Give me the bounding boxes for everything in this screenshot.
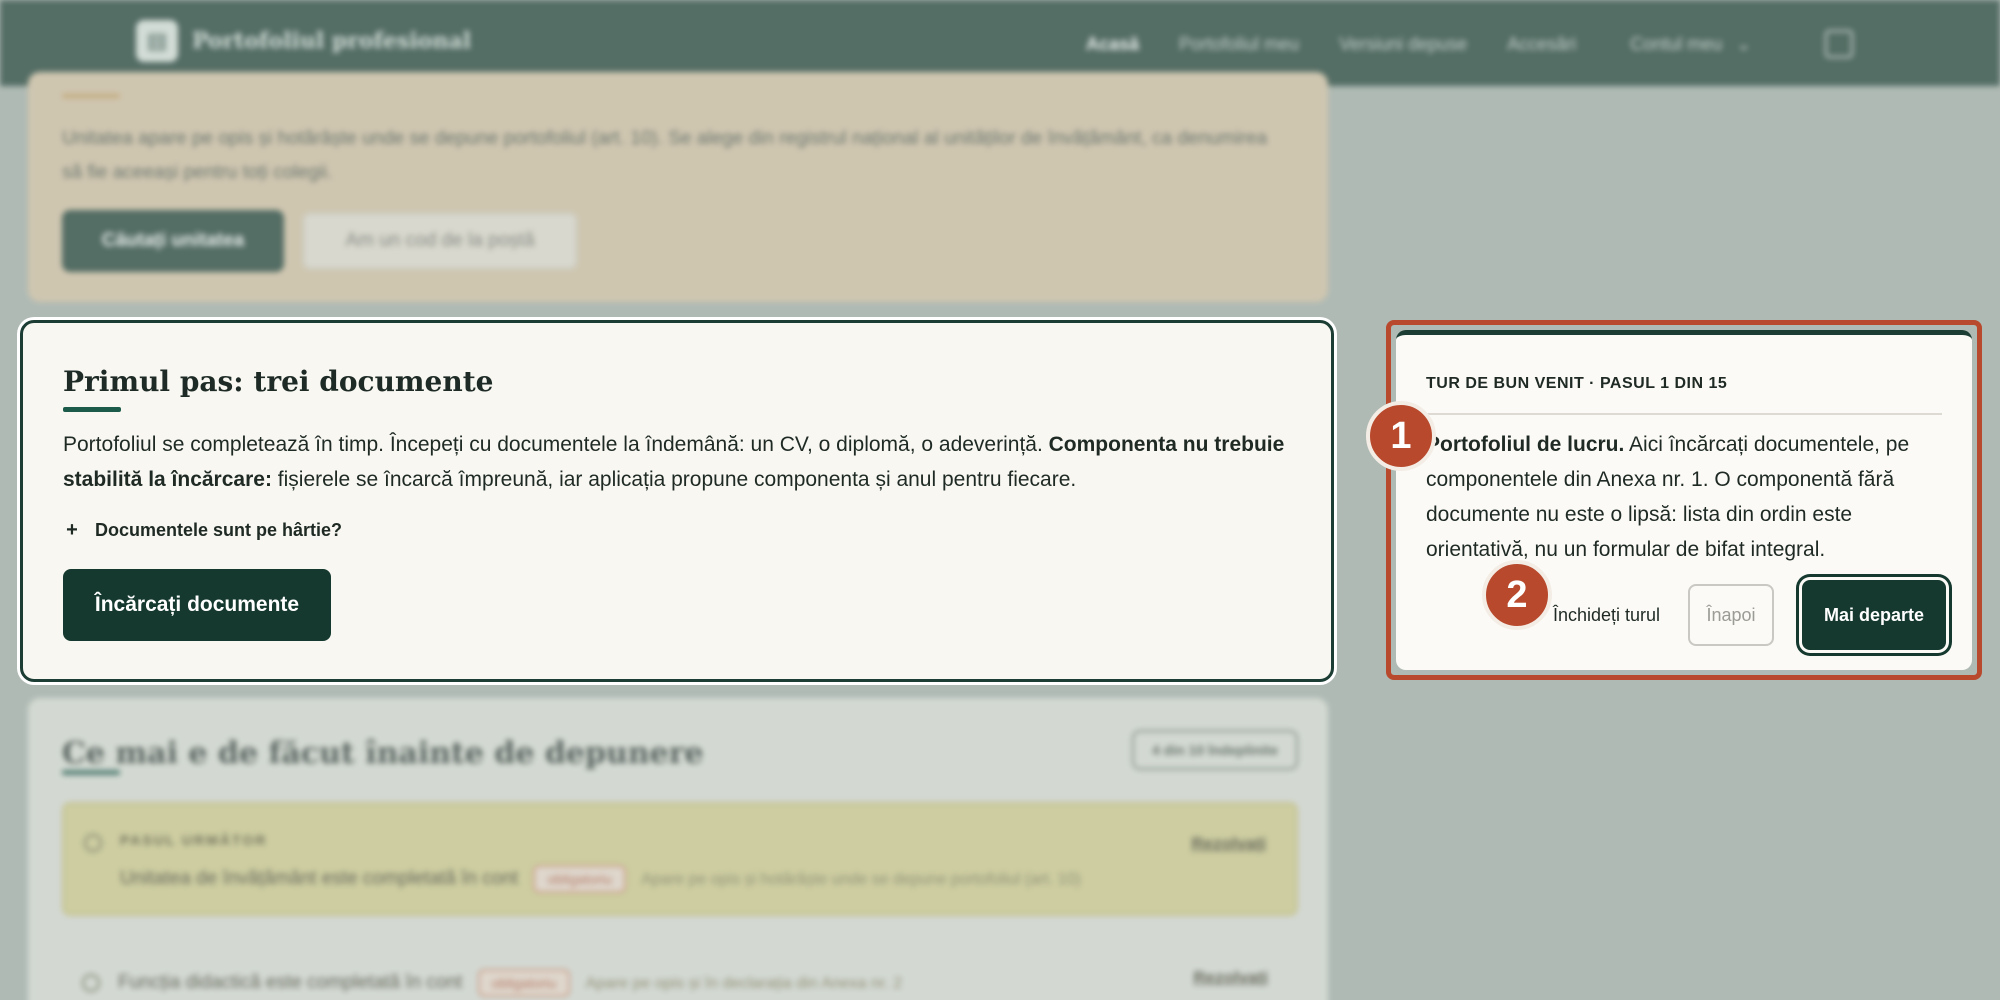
- next-step-note: Apare pe opis și hotărăște unde se depun…: [641, 871, 1081, 888]
- next-step-text: Unitatea de învățământ este completată î…: [120, 868, 519, 889]
- status-circle-icon: [84, 834, 102, 852]
- required-tag: obligatoriu: [477, 969, 571, 997]
- search-unit-button[interactable]: Căutați unitatea: [62, 210, 284, 272]
- unit-card-text: Unitatea apare pe opis și hotărâște unde…: [62, 128, 1268, 183]
- todo-card: Ce mai e de făcut înainte de depunere 4 …: [28, 698, 1328, 1000]
- logout-icon[interactable]: [1825, 30, 1854, 58]
- chevron-down-icon: ⌄: [1736, 33, 1752, 54]
- tour-actions: Închideți turul Înapoi Mai departe: [1553, 580, 1946, 650]
- next-step-line: Unitatea de învățământ este completată î…: [120, 862, 1250, 897]
- annotation-marker-2: 2: [1482, 560, 1552, 630]
- nav-portfolio[interactable]: Portofoliul meu: [1179, 34, 1299, 55]
- todo-card-title: Ce mai e de făcut înainte de depunere: [62, 736, 704, 771]
- tour-popover: TUR DE BUN VENIT · PASUL 1 DIN 15 Portof…: [1396, 330, 1972, 670]
- next-step-item: PASUL URMĂTOR Unitatea de învățământ est…: [62, 802, 1298, 916]
- first-step-body: Portofoliul se completează în timp. Înce…: [63, 427, 1303, 497]
- nav-account-label: Contul meu: [1630, 33, 1723, 54]
- unit-card: Unitatea apare pe opis și hotărâște unde…: [28, 72, 1328, 302]
- postal-code-button[interactable]: Am un cod de la poștă: [302, 212, 578, 270]
- tour-divider: [1426, 413, 1942, 415]
- second-item-note: Apare pe opis și în declarația din Anexa…: [585, 975, 903, 992]
- first-step-body-rest: fișierele se încarcă împreună, iar aplic…: [271, 468, 1077, 491]
- first-step-card: Primul pas: trei documente Portofoliul s…: [20, 320, 1334, 682]
- required-tag: obligatoriu: [533, 865, 627, 893]
- annotation-marker-1: 1: [1366, 401, 1436, 471]
- tour-body: Portofoliul de lucru. Aici încărcați doc…: [1426, 427, 1942, 567]
- brand[interactable]: ▤ Portofoliul profesional: [136, 20, 471, 62]
- paper-documents-toggle[interactable]: + Documentele sunt pe hârtie?: [63, 519, 342, 542]
- tour-step-kicker: TUR DE BUN VENIT · PASUL 1 DIN 15: [1426, 375, 1728, 392]
- resolve-link[interactable]: Rezolvați: [1193, 968, 1268, 988]
- nav-account-menu[interactable]: Contul meu ⌄: [1630, 34, 1751, 55]
- main-nav: Acasă Portofoliul meu Versiuni depuse Ac…: [1086, 30, 1854, 58]
- resolve-link[interactable]: Rezolvați: [1191, 834, 1266, 854]
- nav-home[interactable]: Acasă: [1086, 34, 1139, 55]
- progress-badge[interactable]: 4 din 10 îndeplinite: [1131, 730, 1298, 770]
- next-step-kicker: PASUL URMĂTOR: [120, 832, 268, 848]
- plus-icon: +: [66, 519, 78, 541]
- status-circle-icon: [82, 974, 100, 992]
- paper-documents-label: Documentele sunt pe hârtie?: [95, 520, 343, 540]
- nav-submitted[interactable]: Versiuni depuse: [1339, 34, 1467, 55]
- second-todo-item: Funcția didactică este completată în con…: [62, 966, 1298, 1000]
- nav-access[interactable]: Accesări: [1507, 34, 1576, 55]
- tour-body-bold: Portofoliul de lucru.: [1426, 433, 1625, 456]
- first-step-accent: [63, 407, 121, 412]
- document-icon: ▤: [136, 20, 178, 62]
- first-step-title: Primul pas: trei documente: [63, 365, 494, 398]
- first-step-body-plain: Portofoliul se completează în timp. Înce…: [63, 433, 1049, 456]
- second-item-line: Funcția didactică este completată în con…: [118, 966, 902, 1000]
- close-tour-link[interactable]: Închideți turul: [1553, 605, 1660, 626]
- back-button[interactable]: Înapoi: [1688, 584, 1774, 646]
- brand-title: Portofoliul profesional: [192, 28, 472, 54]
- todo-card-accent: [62, 770, 120, 775]
- app-stage: ▤ Portofoliul profesional Acasă Portofol…: [0, 0, 2000, 1000]
- upload-documents-button[interactable]: Încărcați documente: [63, 569, 331, 641]
- second-item-text: Funcția didactică este completată în con…: [118, 972, 463, 993]
- unit-card-accent: [62, 94, 120, 98]
- next-button[interactable]: Mai departe: [1802, 580, 1946, 650]
